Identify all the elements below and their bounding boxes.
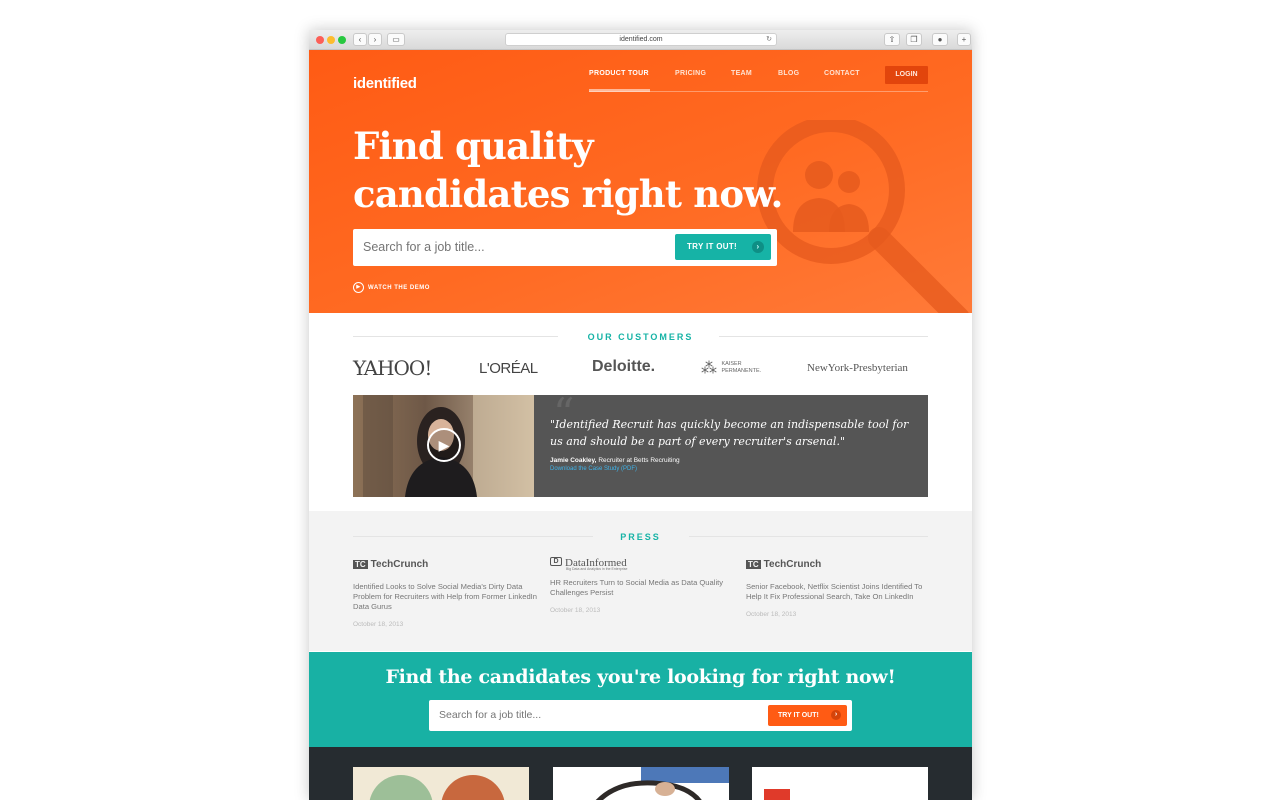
kaiser-wordmark: KAISER PERMANENTE.: [721, 361, 762, 374]
nav-item-team[interactable]: TEAM: [731, 70, 752, 77]
minimize-window-icon[interactable]: [327, 36, 335, 44]
testimonial-video-thumbnail[interactable]: ▶: [353, 395, 534, 497]
nav-item-product-tour[interactable]: PRODUCT TOUR: [589, 70, 649, 77]
cta-job-title-search-input[interactable]: [439, 706, 739, 724]
tc-mark-icon: TC: [353, 560, 368, 569]
divider: [719, 336, 928, 337]
reload-icon[interactable]: ↻: [766, 34, 772, 45]
kaiser-emblem-icon: ⁂: [701, 360, 717, 377]
press-heading: PRESS: [620, 532, 661, 542]
browser-toolbar: ‹ › ▭ identified.com ↻ ⇧ ❐ ● +: [309, 30, 972, 50]
feature-card[interactable]: [553, 767, 729, 800]
datainformed-logo: D DataInformed Big Data and Analytics in …: [550, 557, 734, 575]
try-it-out-label: TRY IT OUT!: [687, 242, 737, 251]
zoom-window-icon[interactable]: [338, 36, 346, 44]
testimonial-quote: "Identified Recruit has quickly become a…: [550, 418, 909, 448]
hero-section: identified PRODUCT TOUR PRICING TEAM BLO…: [309, 50, 972, 313]
customers-heading: OUR CUSTOMERS: [587, 332, 694, 342]
customer-logo-kaiser: ⁂ KAISER PERMANENTE.: [701, 358, 767, 378]
photo-graphic: [595, 767, 729, 800]
cta-band: Find the candidates you're looking for r…: [309, 652, 972, 747]
circle-graphic: [441, 775, 505, 800]
nav-active-indicator: [589, 89, 650, 92]
back-icon[interactable]: ‹: [353, 33, 367, 46]
forward-icon[interactable]: ›: [368, 33, 382, 46]
datainformed-mark-icon: D: [550, 557, 562, 566]
author-role: Recruiter at Betts Recruiting: [598, 457, 680, 464]
cta-search-box: TRY IT OUT! ›: [429, 700, 852, 731]
new-tab-icon[interactable]: +: [957, 33, 971, 46]
features-section: [309, 747, 972, 800]
press-date: October 18, 2013: [746, 611, 797, 618]
press-section: PRESS TC TechCrunch Identified Looks to S…: [309, 511, 972, 651]
job-title-search-input[interactable]: [363, 237, 663, 257]
try-it-out-button[interactable]: TRY IT OUT! ›: [675, 234, 771, 260]
headline-line-2: candidates right now.: [353, 172, 783, 216]
testimonial-author: Jamie Coakley, Recruiter at Betts Recrui…: [550, 457, 680, 464]
press-source: TechCrunch: [370, 559, 429, 570]
nav-item-blog[interactable]: BLOG: [778, 70, 799, 77]
circle-graphic: [369, 775, 433, 800]
testimonial-card: ▶ “ "Identified Recruit has quickly beco…: [353, 389, 928, 497]
nav-item-pricing[interactable]: PRICING: [675, 70, 706, 77]
cta-try-it-out-button[interactable]: TRY IT OUT! ›: [768, 705, 847, 726]
login-button[interactable]: LOGIN: [885, 66, 928, 84]
downloads-icon[interactable]: ●: [932, 33, 948, 46]
press-title[interactable]: Senior Facebook, Netflix Scientist Joins…: [746, 582, 930, 602]
cta-headline: Find the candidates you're looking for r…: [385, 666, 896, 688]
tc-mark-icon: TC: [746, 560, 761, 569]
play-icon: ▶: [353, 282, 364, 293]
arrow-right-icon: ›: [752, 241, 764, 253]
press-item[interactable]: D DataInformed Big Data and Analytics in …: [550, 557, 734, 614]
sidebar-icon[interactable]: ▭: [387, 33, 405, 46]
arrow-right-icon: ›: [831, 710, 841, 720]
techcrunch-logo: TC TechCrunch: [746, 559, 930, 577]
techcrunch-logo: TC TechCrunch: [353, 559, 537, 577]
press-date: October 18, 2013: [550, 607, 601, 614]
share-icon[interactable]: ⇧: [884, 33, 900, 46]
press-title[interactable]: Identified Looks to Solve Social Media's…: [353, 582, 537, 612]
hero-headline: Find quality candidates right now.: [353, 122, 833, 218]
customer-logo-deloitte: Deloitte.: [592, 358, 656, 375]
browser-window: ‹ › ▭ identified.com ↻ ⇧ ❐ ● + identifie…: [309, 30, 972, 800]
nav-item-contact[interactable]: CONTACT: [824, 70, 860, 77]
feature-card[interactable]: [353, 767, 529, 800]
close-window-icon[interactable]: [316, 36, 324, 44]
divider: [689, 536, 928, 537]
press-date: October 18, 2013: [353, 621, 404, 628]
press-tagline: Big Data and Analytics in the Enterprise: [566, 567, 628, 571]
feature-card[interactable]: [752, 767, 928, 800]
red-graphic: [764, 789, 790, 800]
author-name: Jamie Coakley,: [550, 457, 597, 464]
customer-logo-nyp: NewYork-Presbyterian: [807, 362, 908, 374]
case-study-link[interactable]: Download the Case Study (PDF): [550, 466, 637, 472]
tabs-icon[interactable]: ❐: [906, 33, 922, 46]
customer-logo-loreal: L'ORÉAL: [479, 360, 538, 377]
press-title[interactable]: HR Recruiters Turn to Social Media as Da…: [550, 578, 734, 598]
address-bar[interactable]: identified.com ↻: [505, 33, 777, 46]
cta-try-it-out-label: TRY IT OUT!: [778, 712, 819, 719]
press-source: TechCrunch: [763, 559, 822, 570]
url-text: identified.com: [619, 36, 663, 43]
press-item[interactable]: TC TechCrunch Senior Facebook, Netflix Sc…: [746, 559, 930, 618]
headline-line-1: Find quality: [353, 124, 594, 168]
hero-search-box: TRY IT OUT! ›: [353, 229, 777, 266]
customer-logo-yahoo: YAHOO!: [353, 356, 432, 380]
press-item[interactable]: TC TechCrunch Identified Looks to Solve S…: [353, 559, 537, 628]
play-video-icon[interactable]: ▶: [427, 428, 461, 462]
site-logo[interactable]: identified: [353, 75, 417, 92]
watch-demo-label: WATCH THE DEMO: [368, 285, 430, 292]
watch-demo-link[interactable]: ▶ WATCH THE DEMO: [353, 282, 430, 293]
